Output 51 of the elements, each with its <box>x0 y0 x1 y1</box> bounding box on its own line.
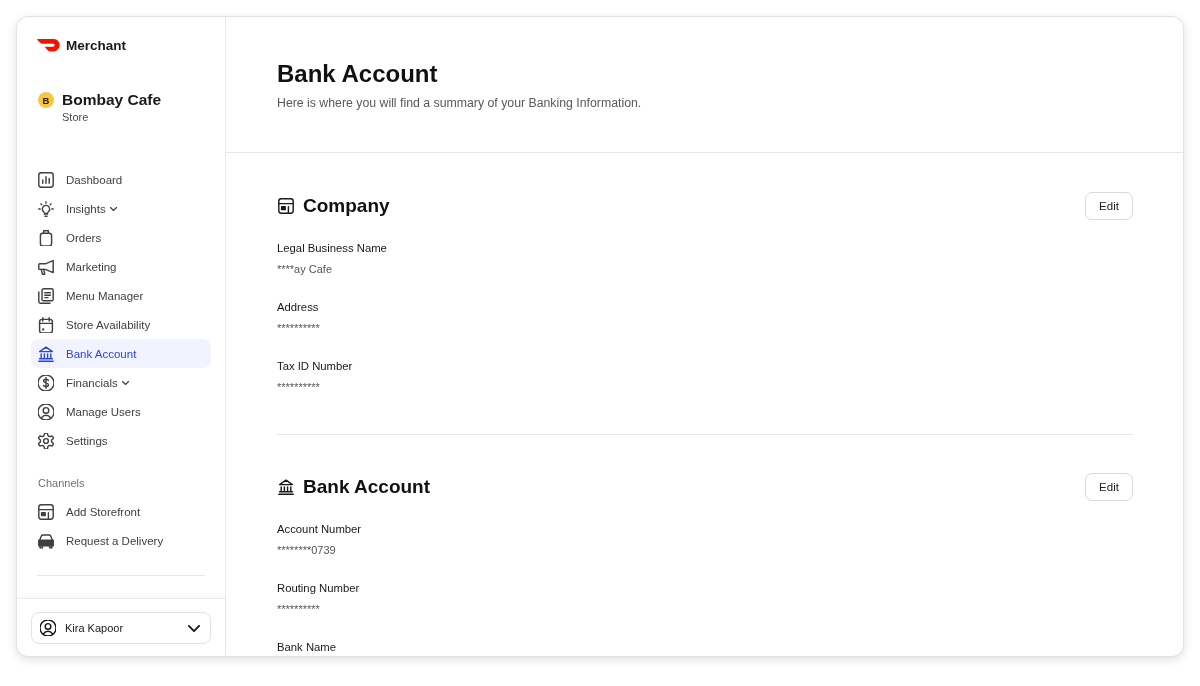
chevron-down-icon <box>188 624 200 632</box>
field-label: Bank Name <box>277 640 337 654</box>
storefront-icon <box>38 503 54 520</box>
field-label: Tax ID Number <box>277 359 353 373</box>
bank-icon <box>38 345 54 362</box>
bar-chart-icon <box>38 171 54 188</box>
nav-item[interactable]: Financials <box>31 368 211 397</box>
edit-button[interactable]: Edit <box>1085 192 1133 220</box>
field-label: Address <box>277 300 319 314</box>
section-title: Company <box>303 194 390 218</box>
nav-item[interactable]: Bank Account <box>31 339 211 368</box>
edit-button[interactable]: Edit <box>1085 473 1133 501</box>
brand-name: Merchant <box>66 37 126 53</box>
storefront-icon <box>278 198 294 214</box>
field-value: ****ay Cafe <box>277 262 333 276</box>
nav-item[interactable]: Settings <box>31 426 211 455</box>
nav-item[interactable]: Request a Delivery <box>31 526 211 555</box>
field-value: ********** <box>277 321 320 335</box>
field-value: ********** <box>277 602 320 616</box>
bank-icon <box>278 479 294 495</box>
user-menu[interactable]: Kira Kapoor <box>31 612 211 644</box>
nav-item[interactable]: Menu Manager <box>31 281 211 310</box>
nav-item[interactable]: Store Availability <box>31 310 211 339</box>
lightbulb-icon <box>38 200 54 217</box>
nav-item[interactable]: Dashboard <box>31 165 211 194</box>
page-title: Bank Account <box>277 59 438 89</box>
nav-item[interactable]: Manage Users <box>31 397 211 426</box>
nav-item[interactable]: Insights <box>31 194 211 223</box>
store-type: Store <box>62 110 89 124</box>
field-label: Legal Business Name <box>277 241 387 255</box>
settings-icon <box>38 432 54 449</box>
page-subtitle: Here is where you will find a summary of your Banking Information. <box>277 95 642 111</box>
document-stack-icon <box>38 287 54 304</box>
channels-heading: Channels <box>38 476 85 491</box>
field-label: Routing Number <box>277 581 360 595</box>
bag-icon <box>38 229 54 246</box>
store-name: Bombay Cafe <box>62 90 162 110</box>
car-icon <box>38 532 54 549</box>
nav-item[interactable]: Marketing <box>31 252 211 281</box>
section-title: Bank Account <box>303 475 431 499</box>
logo-icon <box>37 38 60 52</box>
megaphone-icon <box>38 258 54 275</box>
field-label: Account Number <box>277 522 362 536</box>
nav-item[interactable]: Orders <box>31 223 211 252</box>
chevron-down-icon <box>109 206 117 211</box>
chevron-down-icon <box>121 380 129 385</box>
store-avatar: B <box>38 92 54 108</box>
nav-item[interactable]: Add Storefront <box>31 497 211 526</box>
calendar-icon <box>38 316 54 333</box>
field-value: ********0739 <box>277 543 336 557</box>
field-value: ********** <box>277 380 320 394</box>
